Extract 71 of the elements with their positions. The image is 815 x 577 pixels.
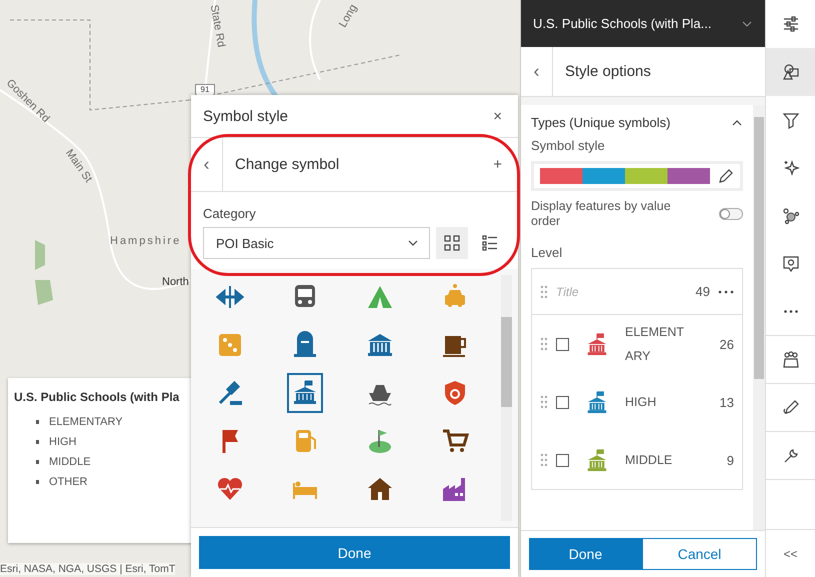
color-ramp[interactable] xyxy=(531,161,743,191)
drag-handle-icon[interactable] xyxy=(540,337,548,351)
category-label: Category xyxy=(203,206,257,221)
legend-marker xyxy=(36,480,39,484)
rail-button[interactable] xyxy=(766,48,815,96)
category-label: ELEMENTARY xyxy=(625,324,685,365)
bank-icon xyxy=(366,331,394,359)
done-button[interactable]: Done xyxy=(529,538,642,570)
category-count: 26 xyxy=(720,336,734,352)
subheader-title: Change symbol xyxy=(234,156,340,173)
scrollbar[interactable] xyxy=(501,275,512,521)
legend-marker xyxy=(36,440,39,444)
symbol-option[interactable] xyxy=(287,373,324,413)
map-attribution: Esri, NASA, NGA, USGS | Esri, TomT xyxy=(0,563,176,575)
gavel-icon xyxy=(216,379,244,407)
shapes-icon xyxy=(782,63,800,81)
legend-marker xyxy=(36,460,39,464)
legend-label: HIGH xyxy=(49,436,76,448)
map-label: Hampshire xyxy=(110,235,182,247)
panel-title: Style options xyxy=(564,63,652,80)
toggle-label: Display features by value order xyxy=(531,199,672,229)
close-button[interactable]: × xyxy=(489,108,506,124)
more-icon[interactable] xyxy=(718,290,734,294)
scrollbar[interactable] xyxy=(753,105,765,530)
cancel-button[interactable]: Cancel xyxy=(642,538,757,570)
people-icon xyxy=(782,350,800,368)
more-icon xyxy=(784,310,798,313)
category-label: HIGH xyxy=(625,394,658,411)
pencil-icon[interactable] xyxy=(718,168,734,184)
pencil-icon xyxy=(782,398,800,416)
checkbox[interactable] xyxy=(556,338,569,350)
legend-label: ELEMENTARY xyxy=(49,416,123,428)
school-building-icon xyxy=(585,332,609,356)
done-button[interactable]: Done xyxy=(199,536,510,569)
sliders-icon xyxy=(782,15,800,33)
symbol-style-label: Symbol style xyxy=(531,138,606,153)
add-button[interactable]: + xyxy=(489,156,506,173)
legend-marker xyxy=(36,420,39,424)
category-label: MIDDLE xyxy=(625,452,674,469)
park-area xyxy=(35,240,53,305)
checkbox[interactable] xyxy=(556,454,569,466)
grid-view-button[interactable] xyxy=(436,227,468,259)
school-building-icon xyxy=(585,448,609,472)
list-icon xyxy=(482,235,498,251)
house-icon xyxy=(366,475,394,503)
drag-handle-icon[interactable] xyxy=(540,284,548,298)
popup-gear-icon xyxy=(782,255,800,273)
map-label: North xyxy=(162,276,189,288)
category-count: 9 xyxy=(726,452,734,468)
dialog-title: Symbol style xyxy=(203,108,288,124)
toggle-switch[interactable] xyxy=(719,208,743,220)
level-label: Level xyxy=(531,245,564,260)
arrows-icon xyxy=(216,283,244,311)
drag-handle-icon[interactable] xyxy=(540,453,548,467)
drag-handle-icon[interactable] xyxy=(540,395,548,409)
cart-icon xyxy=(440,427,469,455)
checkbox[interactable] xyxy=(556,396,569,408)
category-count: 13 xyxy=(720,394,734,410)
total-count: 49 xyxy=(696,284,710,299)
legend-label: OTHER xyxy=(49,476,88,488)
section-title[interactable]: Types (Unique symbols) xyxy=(531,115,670,130)
map-label: State Rd xyxy=(208,4,228,48)
legend-title: U.S. Public Schools (with Pla xyxy=(14,390,180,404)
category-dropdown[interactable]: POI Basic xyxy=(203,227,430,259)
legend-label: MIDDLE xyxy=(49,456,91,468)
grid-icon xyxy=(444,235,460,251)
filter-icon xyxy=(782,111,800,129)
school-building-icon xyxy=(585,390,609,414)
layer-title: U.S. Public Schools (with Pla... xyxy=(533,16,712,31)
cluster-icon xyxy=(782,207,800,225)
sparkle-icon xyxy=(782,159,800,177)
